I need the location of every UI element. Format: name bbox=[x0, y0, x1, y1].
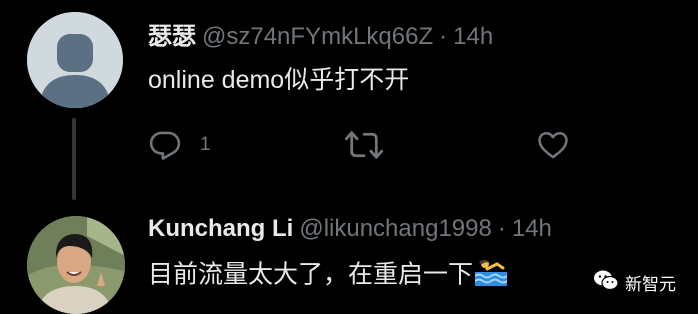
retweet-icon bbox=[344, 131, 384, 159]
display-name[interactable]: Kunchang Li bbox=[148, 215, 293, 242]
like-button[interactable] bbox=[536, 128, 570, 162]
wechat-icon bbox=[593, 269, 619, 296]
timestamp[interactable]: 14h bbox=[453, 23, 493, 50]
avatar-profile-photo[interactable] bbox=[27, 216, 125, 314]
user-handle[interactable]: @likunchang1998 bbox=[299, 215, 492, 242]
timestamp[interactable]: 14h bbox=[512, 215, 552, 242]
watermark: 新智元 bbox=[593, 269, 676, 296]
tweet-1[interactable]: 瑟瑟 @sz74nFYmkLkq66Z · 14h online demo似乎打不开 … bbox=[0, 0, 698, 200]
tweet-text: online demo似乎打不开 bbox=[148, 66, 410, 94]
heart-icon bbox=[538, 131, 568, 159]
separator-dot: · bbox=[497, 215, 506, 242]
swimmer-emoji-icon bbox=[474, 258, 508, 294]
tweet-header: Kunchang Li @likunchang1998 · 14h bbox=[148, 214, 552, 244]
thread-line bbox=[72, 118, 76, 200]
reply-count: 1 bbox=[200, 134, 211, 155]
default-profile-icon bbox=[27, 12, 123, 108]
reply-icon bbox=[149, 131, 181, 160]
user-handle[interactable]: @sz74nFYmkLkq66Z bbox=[202, 23, 433, 50]
watermark-text: 新智元 bbox=[625, 275, 676, 294]
separator-dot: · bbox=[439, 23, 448, 50]
tweet-header: 瑟瑟 @sz74nFYmkLkq66Z · 14h bbox=[148, 22, 493, 52]
tweet-2[interactable]: Kunchang Li @likunchang1998 · 14h 目前流量太大了，在… bbox=[0, 200, 698, 314]
retweet-button[interactable] bbox=[344, 128, 384, 162]
reply-button[interactable]: 1 bbox=[148, 128, 211, 162]
tweet-text: 目前流量太大了，在重启一下 bbox=[148, 260, 474, 289]
tweet-text-container: 目前流量太大了，在重启一下 bbox=[148, 258, 508, 294]
display-name[interactable]: 瑟瑟 bbox=[148, 23, 196, 50]
profile-photo bbox=[27, 216, 125, 314]
avatar-default-profile-icon[interactable] bbox=[27, 12, 123, 108]
